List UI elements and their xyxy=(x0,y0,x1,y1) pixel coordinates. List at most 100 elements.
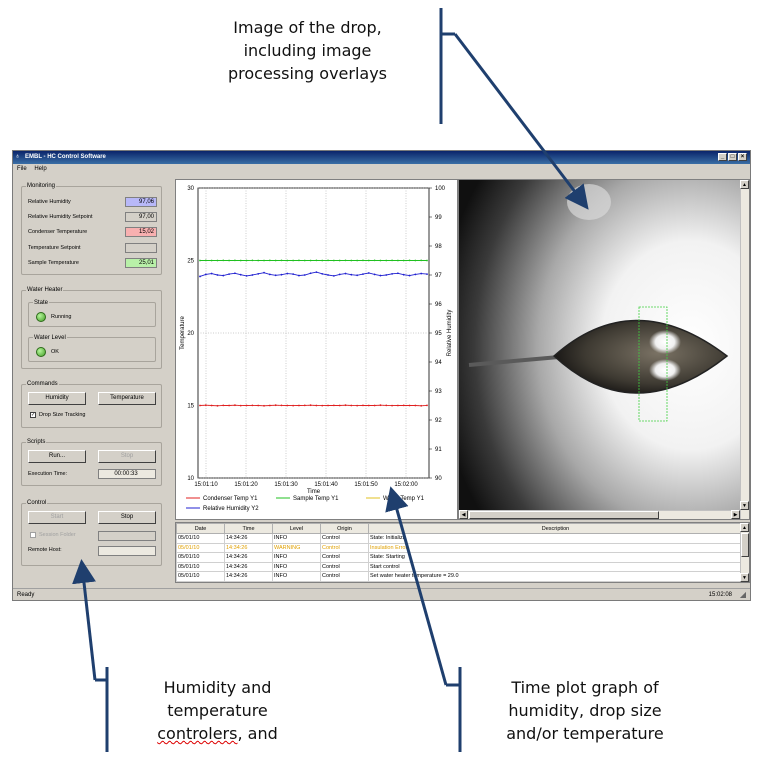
log-origin: Control xyxy=(320,533,369,544)
control-group: Control Start Stop Session Folder Remote… xyxy=(21,499,162,566)
data-point xyxy=(204,404,207,407)
data-point xyxy=(344,259,347,262)
humidity-button[interactable]: Humidity xyxy=(28,392,86,405)
column-header[interactable]: Description xyxy=(368,523,743,534)
close-button[interactable]: × xyxy=(738,153,747,161)
session-folder-checkbox[interactable] xyxy=(30,532,36,538)
data-point xyxy=(327,404,329,407)
annotation-line: Time plot graph of xyxy=(511,678,659,697)
group-title: Water Heater xyxy=(26,286,64,294)
data-point xyxy=(303,404,306,407)
scroll-down-icon[interactable]: ▼ xyxy=(740,501,749,510)
column-header[interactable]: Time xyxy=(224,523,273,534)
drop-size-tracking-checkbox[interactable]: ✓ xyxy=(30,412,36,418)
log-time: 14:34:26 xyxy=(224,542,273,553)
menu-help[interactable]: Help xyxy=(34,166,46,172)
log-row[interactable]: 05/01/10 14:34:26 WARNING Control Insula… xyxy=(176,542,743,553)
data-point xyxy=(251,274,254,276)
data-point xyxy=(396,404,399,407)
data-point xyxy=(274,404,277,407)
monitoring-group: Monitoring Relative Humidity 97,06 Relat… xyxy=(21,182,162,275)
minimize-button[interactable]: _ xyxy=(718,153,727,161)
data-point xyxy=(426,273,428,276)
log-row[interactable]: 05/01/10 14:34:26 INFO Control Set water… xyxy=(176,571,743,582)
vertical-scroll-thumb[interactable] xyxy=(741,533,749,557)
data-point xyxy=(263,271,265,274)
data-point xyxy=(268,273,271,276)
data-point xyxy=(408,259,411,262)
column-header[interactable]: Level xyxy=(272,523,321,534)
data-point xyxy=(257,259,260,262)
log-date: 05/01/10 xyxy=(176,552,225,563)
menu-file[interactable]: File xyxy=(17,166,27,172)
log-row[interactable]: 05/01/10 14:34:26 INFO Control State: In… xyxy=(176,533,743,544)
log-description: Start control xyxy=(368,561,743,572)
data-point xyxy=(367,259,370,262)
data-point xyxy=(257,404,260,407)
run-script-button[interactable]: Run... xyxy=(28,450,86,463)
relative-humidity-value: 97,06 xyxy=(125,197,157,207)
log-header-row: Date Time Level Origin Description xyxy=(176,523,743,534)
menu-bar: File Help xyxy=(13,164,750,175)
state-group: State Running xyxy=(28,299,156,327)
data-point xyxy=(338,404,341,407)
log-level: INFO xyxy=(272,533,321,544)
app-icon: ♁ xyxy=(15,153,21,160)
data-point xyxy=(396,259,399,262)
group-title: Control xyxy=(26,499,48,507)
scroll-up-icon[interactable]: ▲ xyxy=(740,180,749,189)
scroll-up-icon[interactable]: ▲ xyxy=(740,523,749,532)
scroll-left-icon[interactable]: ◀ xyxy=(459,510,468,519)
y2-axis-label: Relative Humidity xyxy=(447,310,453,357)
y2-tick-label: 92 xyxy=(435,418,442,424)
scroll-right-icon[interactable]: ▶ xyxy=(731,510,740,519)
image-vertical-scrollbar[interactable]: ▲ ▼ xyxy=(740,180,749,519)
data-point xyxy=(327,274,329,276)
data-point xyxy=(391,272,393,275)
reflection-highlight xyxy=(649,330,681,354)
log-time: 14:34:26 xyxy=(224,561,273,572)
column-header[interactable]: Date xyxy=(176,523,225,534)
data-point xyxy=(251,404,254,407)
time-plot-chart: 15:01:10 15:01:20 15:01:30 15:01:40 15:01:50… xyxy=(180,186,453,512)
data-point xyxy=(210,259,213,262)
sample-temperature-value: 25,01 xyxy=(125,258,157,268)
scroll-down-icon[interactable]: ▼ xyxy=(740,573,749,582)
x-tick-label: 15:01:50 xyxy=(354,482,378,488)
session-folder-field[interactable] xyxy=(98,531,156,541)
y-tick-label: 15 xyxy=(187,404,194,410)
maximize-button[interactable]: □ xyxy=(728,153,737,161)
data-point xyxy=(402,273,405,276)
log-date: 05/01/10 xyxy=(176,542,225,553)
group-title: State xyxy=(33,299,50,307)
condenser-temperature-label: Condenser Temperature xyxy=(28,229,88,235)
blur-spot xyxy=(567,184,611,220)
start-button[interactable]: Start xyxy=(28,511,86,524)
horizontal-scroll-thumb[interactable] xyxy=(469,511,659,519)
temperature-button[interactable]: Temperature xyxy=(98,392,156,405)
data-point xyxy=(216,274,219,276)
log-time: 14:34:26 xyxy=(224,571,273,582)
drop-image-panel: ▲ ▼ ◀ ▶ xyxy=(458,179,750,520)
y2-tick-label: 90 xyxy=(435,476,442,482)
log-row[interactable]: 05/01/10 14:34:26 INFO Control State: St… xyxy=(176,552,743,563)
column-header[interactable]: Origin xyxy=(320,523,369,534)
legend-entry: Water Temp Y1 xyxy=(383,496,425,502)
remote-host-field[interactable] xyxy=(98,546,156,556)
data-point xyxy=(426,404,428,407)
resize-grip-icon[interactable]: ◢ xyxy=(740,589,746,601)
log-row[interactable]: 05/01/10 14:34:26 INFO Control Start con… xyxy=(176,561,743,572)
humidity-setpoint-value: 97,00 xyxy=(125,212,157,222)
log-vertical-scrollbar[interactable]: ▲ ▼ xyxy=(740,523,749,582)
data-point xyxy=(414,273,417,276)
x-tick-label: 15:01:10 xyxy=(194,482,218,488)
data-point xyxy=(298,274,300,277)
stop-control-button[interactable]: Stop xyxy=(98,511,156,524)
image-horizontal-scrollbar[interactable]: ◀ ▶ xyxy=(459,510,740,519)
group-title: Scripts xyxy=(26,438,47,446)
data-point xyxy=(216,404,219,407)
data-point xyxy=(396,272,399,275)
stop-script-button[interactable]: Stop xyxy=(98,450,156,463)
log-origin: Control xyxy=(320,552,369,563)
data-point xyxy=(309,259,312,262)
